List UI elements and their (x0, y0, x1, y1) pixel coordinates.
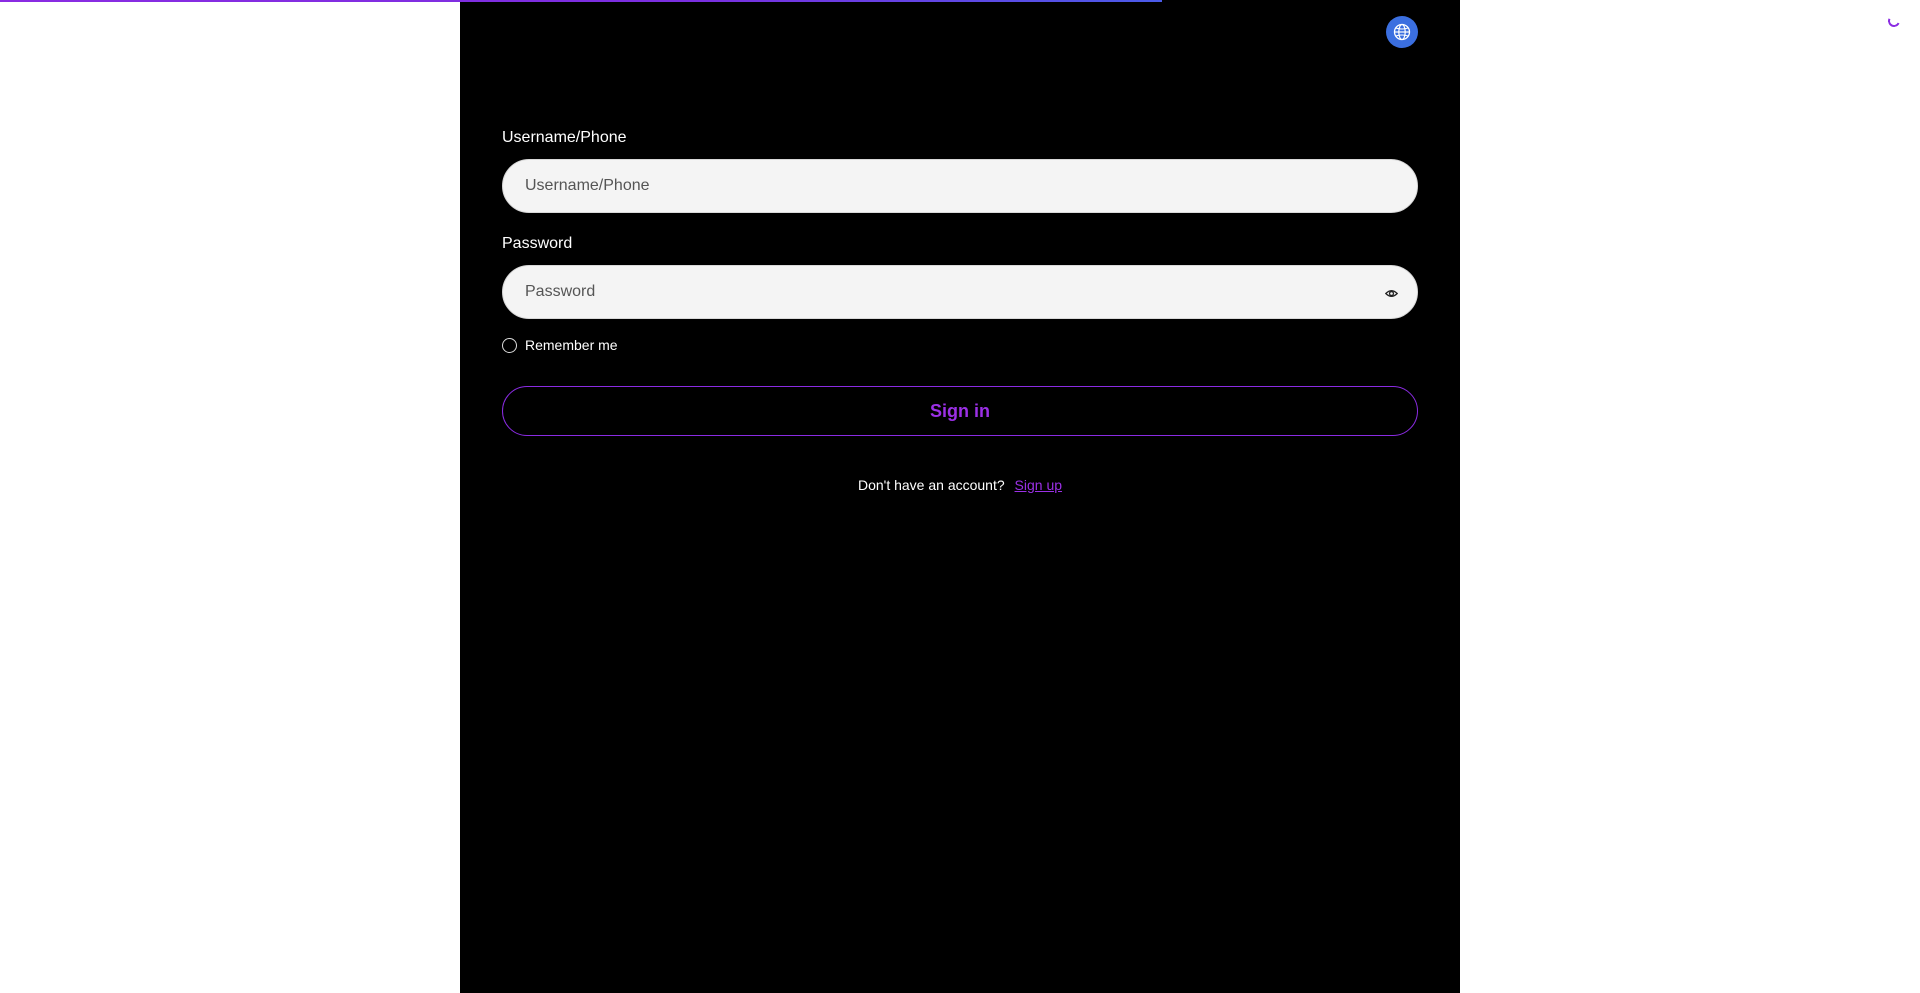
remember-me-radio[interactable] (502, 337, 517, 353)
loading-spinner-icon (1886, 13, 1902, 29)
sign-in-button[interactable]: Sign in (502, 386, 1418, 436)
remember-me-label[interactable]: Remember me (525, 337, 618, 353)
remember-me-row: Remember me (502, 336, 1418, 354)
password-label: Password (502, 235, 573, 252)
eye-icon (1384, 289, 1398, 297)
login-panel: Username/Phone Password Remember me Sign… (460, 0, 1460, 993)
globe-icon (1393, 23, 1411, 41)
language-switch-button[interactable] (1386, 16, 1418, 48)
password-input[interactable] (503, 266, 1417, 318)
username-field-wrapper (502, 159, 1418, 213)
username-label: Username/Phone (502, 129, 627, 146)
username-input[interactable] (503, 160, 1417, 212)
signup-prompt-text: Don't have an account? (857, 477, 1005, 493)
show-password-toggle[interactable] (1383, 285, 1399, 301)
sign-up-link[interactable]: Sign up (1015, 477, 1062, 493)
page-loading-progress-bar (0, 0, 1162, 2)
signup-prompt-row: Don't have an account? Sign up (502, 477, 1418, 493)
login-form: Username/Phone Password Remember me Sign… (502, 128, 1418, 493)
password-field-wrapper (502, 265, 1418, 319)
